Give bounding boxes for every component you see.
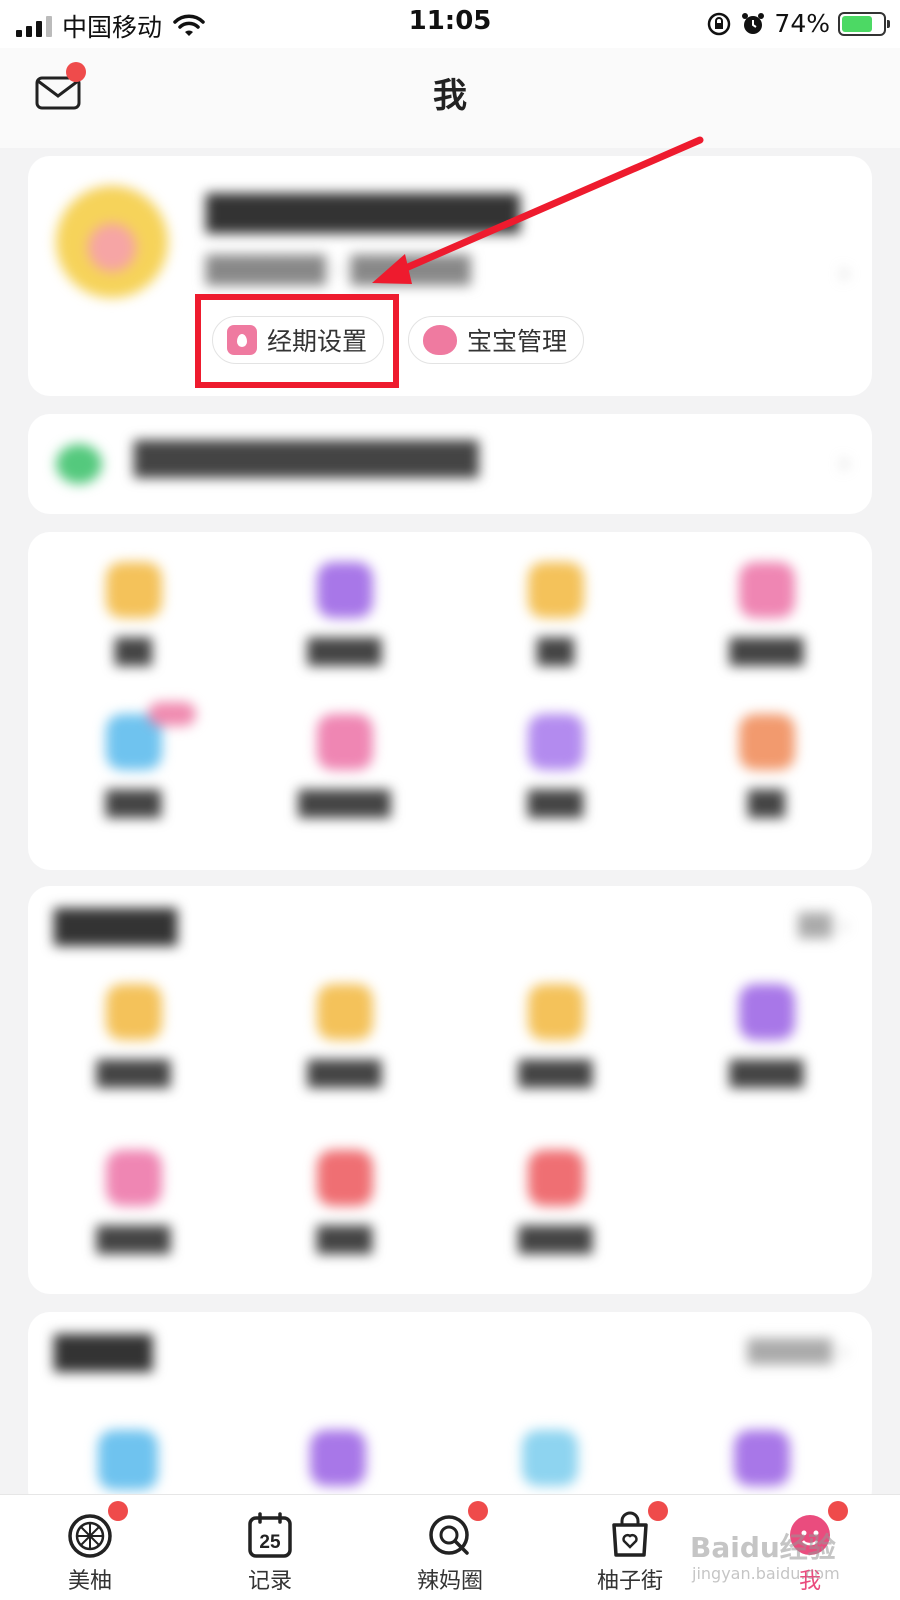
grid-item[interactable]: ██ xyxy=(661,714,872,818)
grid-item[interactable]: ██ xyxy=(28,562,239,666)
grid-item[interactable]: ████ xyxy=(239,984,450,1088)
chevron-right-icon: › xyxy=(838,256,850,289)
grid-item[interactable]: ████ xyxy=(28,984,239,1088)
tab-meiyou[interactable]: 美柚 xyxy=(0,1495,180,1600)
page-header: 我 xyxy=(0,48,900,148)
invite-banner[interactable]: ██████████████ › xyxy=(28,414,872,514)
baby-icon xyxy=(423,325,457,355)
section-title: ████ xyxy=(54,1334,153,1372)
grid-item[interactable]: ████ xyxy=(450,1150,661,1254)
grid-item[interactable]: ████ xyxy=(661,984,872,1088)
tab-badge xyxy=(828,1501,848,1521)
circle-search-icon xyxy=(429,1515,469,1555)
section-more[interactable]: ██ › xyxy=(798,914,848,939)
mall-card: ████ █████ › xyxy=(28,1312,872,1512)
tab-lamaquan[interactable]: 辣妈圈 xyxy=(360,1495,540,1600)
rotation-lock-icon xyxy=(708,12,731,35)
tab-badge xyxy=(468,1501,488,1521)
section-title: █████ xyxy=(54,908,178,946)
battery-percent: 74% xyxy=(774,9,830,38)
watermark-url: jingyan.baidu.com xyxy=(692,1564,840,1583)
alarm-icon xyxy=(742,12,765,34)
grid-item[interactable]: ██ xyxy=(450,562,661,666)
grid-item[interactable]: ████ xyxy=(239,562,450,666)
baby-management-button[interactable]: 宝宝管理 xyxy=(408,316,585,364)
battery-icon xyxy=(838,11,890,36)
invite-text: ██████████████ xyxy=(134,440,479,478)
grid-item[interactable]: ███ xyxy=(450,714,661,818)
grid-item[interactable]: ████ xyxy=(28,1150,239,1254)
grid-item[interactable]: ████ xyxy=(661,562,872,666)
shopping-bag-icon xyxy=(612,1511,648,1557)
tab-label: 辣妈圈 xyxy=(416,1569,483,1594)
battery-fill xyxy=(842,15,872,32)
status-bar: 中国移动 11:05 74% xyxy=(0,0,900,48)
watermark: Baidu经验 xyxy=(690,1531,836,1564)
grid-item[interactable]: █████ xyxy=(239,714,450,818)
tab-badge xyxy=(108,1501,128,1521)
profile-status: ██████ · ██████ xyxy=(206,256,471,286)
calendar-25-icon: 25 xyxy=(248,1512,292,1558)
third-party-services-card: █████ ██ › ████ ████ ████ ████ ████ ███ … xyxy=(28,886,872,1294)
page-title: 我 xyxy=(433,76,467,116)
tools-card: ██ ████ ██ ████ ███ █████ ███ ██ xyxy=(28,532,872,870)
grid-item[interactable]: ███ xyxy=(28,702,239,818)
grid-item[interactable]: ████ xyxy=(450,984,661,1088)
calendar-number: 25 xyxy=(259,1532,281,1553)
profile-card[interactable]: ████████████ ██████ · ██████ › 经期设置 宝宝管理 xyxy=(28,156,872,396)
annotation-highlight-box xyxy=(195,294,399,388)
meiyou-icon xyxy=(68,1514,112,1558)
tab-label: 记录 xyxy=(247,1569,292,1594)
nickname: ████████████ xyxy=(206,194,520,234)
wechat-icon xyxy=(56,444,102,484)
section-more[interactable]: █████ › xyxy=(748,1340,848,1365)
baby-management-label: 宝宝管理 xyxy=(467,327,568,356)
tab-label: 美柚 xyxy=(67,1569,112,1594)
chevron-right-icon: › xyxy=(838,446,850,479)
tab-badge xyxy=(648,1501,668,1521)
tab-label: 柚子街 xyxy=(596,1569,663,1594)
tab-record[interactable]: 25 记录 xyxy=(180,1495,360,1600)
grid-item[interactable]: ███ xyxy=(239,1150,450,1254)
avatar[interactable] xyxy=(56,186,168,298)
